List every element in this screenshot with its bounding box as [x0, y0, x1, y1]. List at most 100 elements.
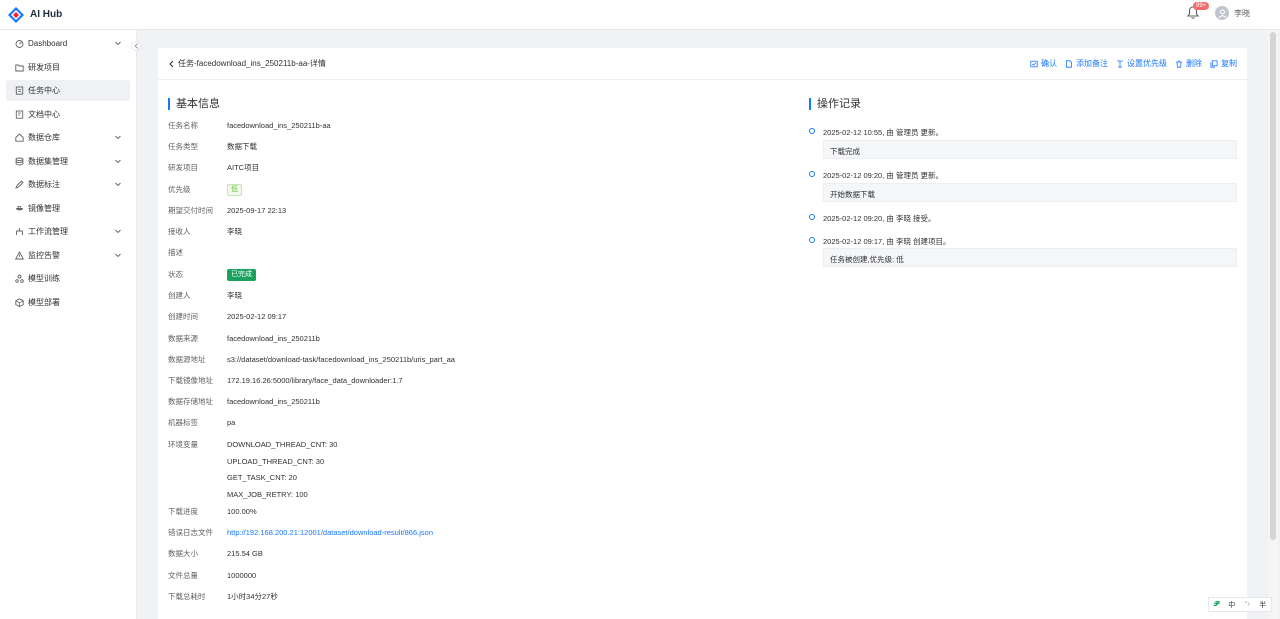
sidebar-item-3[interactable]: 文档中心 — [6, 104, 130, 125]
field-label: 任务类型 — [168, 142, 198, 151]
field-label: 下载总耗时 — [168, 592, 206, 601]
timeline-dot-icon — [809, 171, 815, 177]
action-label: 添加备注 — [1076, 59, 1108, 68]
sidebar-item-5[interactable]: 数据集管理 — [6, 151, 130, 172]
info-field: 错误日志文件 http://192.168.200.21:12001/datase… — [168, 527, 433, 539]
field-label: 数据存储地址 — [168, 397, 213, 406]
train-icon — [15, 274, 24, 283]
avatar[interactable] — [1215, 6, 1229, 20]
info-field: 任务类型 数据下载 — [168, 141, 257, 153]
logo[interactable]: AI Hub — [8, 6, 62, 23]
info-field: 下载镜像地址 172.19.16.26:5000/library/face_dat… — [168, 375, 403, 387]
log-note-text: 任务被创建,优先级: 低 — [830, 255, 904, 264]
operation-log-title: 操作记录 — [809, 98, 861, 110]
chevron-down-icon — [114, 227, 122, 235]
field-label: 文件总量 — [168, 571, 198, 580]
field-value: facedownload_ins_250211b — [227, 397, 320, 406]
ime-logo-icon: 𝓟 — [1213, 600, 1219, 608]
priority-button[interactable]: 设置优先级 — [1116, 58, 1167, 69]
sidebar: Dashboard 研发项目 任务中心文档中心数据仓库数据集管理数据标注镜像管理 工作… — [0, 30, 137, 619]
document-icon — [15, 110, 24, 119]
status-badge: 已完成 — [227, 269, 256, 281]
info-field: MAX_JOB_RETRY: 100 — [168, 489, 308, 501]
info-field: UPLOAD_THREAD_CNT: 30 — [168, 456, 324, 468]
sidebar-item-7[interactable]: 镜像管理 — [6, 198, 130, 219]
back-button[interactable]: 任务-facedownload_ins_250211b-aa-详情 — [168, 58, 326, 69]
folder-icon — [15, 63, 24, 72]
ime-punctuation-icon[interactable]: °› — [1245, 601, 1250, 608]
ime-toolbar[interactable]: 𝓟 中 °› 半 — [1208, 597, 1272, 612]
log-entry-note: 任务被创建,优先级: 低 — [823, 248, 1237, 267]
log-entry-text: 2025-02-12 09:17, 由 李晓 创建项目。 — [823, 237, 951, 246]
sidebar-item-0[interactable]: Dashboard — [6, 33, 130, 54]
field-label: 任务名称 — [168, 121, 198, 130]
field-label: 机器标签 — [168, 418, 198, 427]
error-log-link[interactable]: http://192.168.200.21:12001/dataset/down… — [227, 527, 433, 539]
sidebar-item-6[interactable]: 数据标注 — [6, 174, 130, 195]
field-label: 期望交付时间 — [168, 206, 213, 215]
sidebar-item-2[interactable]: 任务中心 — [6, 80, 130, 101]
info-field: 创建人 李晓 — [168, 290, 242, 302]
sidebar-collapse-button[interactable] — [131, 41, 141, 51]
field-value: MAX_JOB_RETRY: 100 — [227, 490, 308, 499]
workflow-icon — [15, 227, 24, 236]
ime-width-mode[interactable]: 半 — [1259, 600, 1266, 610]
info-field: 下载进度 100.00% — [168, 506, 257, 518]
confirm-icon — [1030, 60, 1038, 67]
sidebar-item-9[interactable]: 监控告警 — [6, 245, 130, 266]
field-label — [168, 489, 227, 501]
scrollbar-thumb[interactable] — [1270, 32, 1276, 540]
sidebar-item-label: 监控告警 — [28, 250, 60, 260]
user-icon — [1217, 9, 1227, 18]
username[interactable]: 李晓 — [1234, 8, 1250, 19]
task-detail-card: 任务-facedownload_ins_250211b-aa-详情 确认 添加备注… — [158, 48, 1247, 619]
ime-language[interactable]: 中 — [1228, 600, 1235, 610]
field-value: 2025-02-12 09:17 — [227, 312, 287, 321]
info-field: 描述 — [168, 247, 227, 259]
log-entry-note: 开始数据下载 — [823, 183, 1237, 202]
field-label: 数据源地址 — [168, 355, 206, 364]
field-value: 数据下载 — [227, 142, 257, 151]
confirm-button[interactable]: 确认 — [1030, 58, 1057, 69]
sidebar-item-label: 数据集管理 — [28, 156, 68, 166]
info-field: 创建时间 2025-02-12 09:17 — [168, 311, 286, 323]
basic-info-title: 基本信息 — [168, 98, 220, 110]
ai-hub-logo-icon — [8, 6, 24, 23]
field-value: 172.19.16.26:5000/library/face_data_down… — [227, 376, 403, 385]
field-label: 数据大小 — [168, 549, 198, 558]
sidebar-item-11[interactable]: 模型部署 — [6, 292, 130, 313]
action-bar: 确认 添加备注 设置优先级 删除 复制 — [1022, 58, 1237, 69]
action-label: 复制 — [1221, 59, 1237, 68]
copy-button[interactable]: 复制 — [1210, 58, 1237, 69]
timeline-dot-icon — [809, 237, 815, 243]
delete-icon — [1176, 60, 1182, 68]
log-note-text: 开始数据下载 — [830, 190, 875, 199]
field-label: 下载镜像地址 — [168, 376, 213, 385]
warehouse-icon — [15, 133, 24, 142]
deploy-icon — [15, 297, 24, 307]
chevron-down-icon — [114, 157, 122, 165]
notification-bell[interactable]: 99+ — [1186, 2, 1210, 20]
chevron-left-icon — [169, 60, 174, 67]
field-value: UPLOAD_THREAD_CNT: 30 — [227, 457, 325, 466]
log-note-text: 下载完成 — [830, 147, 860, 156]
sidebar-item-4[interactable]: 数据仓库 — [6, 127, 130, 148]
field-value: facedownload_ins_250211b-aa — [227, 121, 331, 130]
field-value: AITC项目 — [227, 163, 260, 172]
note-button[interactable]: 添加备注 — [1065, 58, 1108, 69]
info-field: 环境变量 DOWNLOAD_THREAD_CNT: 30 — [168, 439, 337, 451]
delete-button[interactable]: 删除 — [1175, 58, 1202, 69]
field-label: 创建人 — [168, 291, 191, 300]
field-label: 下载进度 — [168, 507, 198, 516]
sidebar-item-label: 文档中心 — [28, 109, 60, 119]
sidebar-item-8[interactable]: 工作流管理 — [6, 221, 130, 242]
field-value: 李晓 — [227, 291, 242, 300]
action-label: 删除 — [1186, 59, 1202, 68]
info-field: 数据存储地址 facedownload_ins_250211b — [168, 396, 320, 408]
page-title: 任务-facedownload_ins_250211b-aa-详情 — [178, 59, 326, 68]
field-value: facedownload_ins_250211b — [227, 334, 320, 343]
sidebar-item-10[interactable]: 模型训练 — [6, 268, 130, 289]
sidebar-item-1[interactable]: 研发项目 — [6, 57, 130, 78]
action-label: 设置优先级 — [1127, 59, 1167, 68]
chevron-down-icon — [114, 251, 122, 259]
